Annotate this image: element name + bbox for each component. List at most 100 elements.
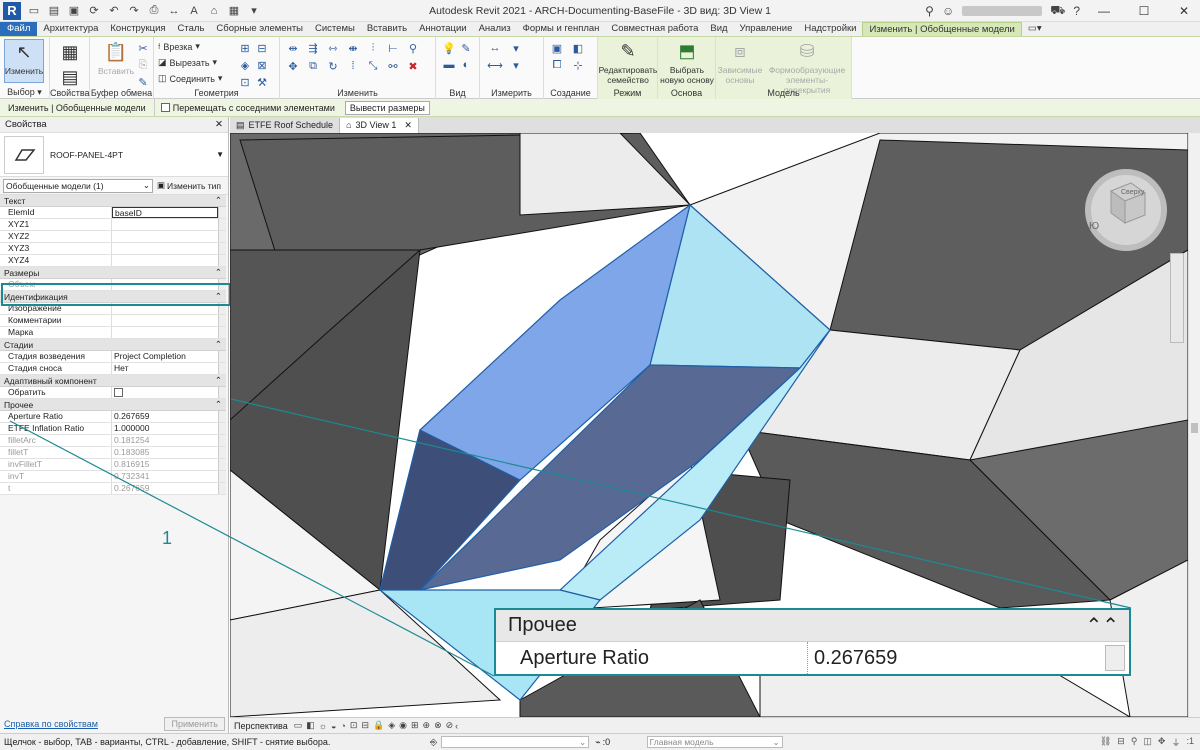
dropdown-icon[interactable]: ▼ <box>216 150 224 159</box>
property-section[interactable]: Стадии ⌃ <box>0 339 226 351</box>
property-row[interactable]: filletT 0.183085 <box>0 447 226 459</box>
row-edit-button[interactable] <box>218 327 226 338</box>
property-value[interactable] <box>112 219 218 230</box>
tab-3d-view-1[interactable]: ⌂ 3D View 1 ✕ <box>340 118 419 133</box>
measure-dropdown-icon[interactable]: ▾ <box>509 41 523 55</box>
create-parts-icon[interactable]: ◧ <box>571 41 585 55</box>
property-value[interactable] <box>112 231 218 242</box>
filter-icon[interactable]: ⏚ <box>1171 736 1180 749</box>
align-icon[interactable]: ⇹ <box>286 41 300 55</box>
tab-systems[interactable]: Системы <box>309 22 361 36</box>
delete-icon[interactable]: ✖ <box>406 59 420 73</box>
property-value[interactable]: 0.181254 <box>112 435 218 446</box>
tab-insert[interactable]: Вставить <box>361 22 413 36</box>
constraints-icon[interactable]: ⊘ <box>446 720 454 731</box>
customize-qat-icon[interactable]: ▾ <box>247 4 261 18</box>
hammer-icon[interactable]: ⚒ <box>255 75 269 89</box>
collapse-icon[interactable]: ⌃ <box>215 399 222 410</box>
user-icon[interactable]: ☺ <box>942 4 954 18</box>
create-assembly-icon[interactable]: ▣ <box>550 41 564 55</box>
move-icon[interactable]: ✥ <box>286 59 300 73</box>
edit-family-button[interactable]: ✎ Редактировать семейство <box>599 39 658 85</box>
tab-file[interactable]: Файл <box>0 22 38 36</box>
undo-icon[interactable]: ↶ <box>107 4 121 18</box>
instance-filter-select[interactable]: Обобщенные модели (1) ⌄ <box>3 178 153 193</box>
offset-icon[interactable]: ⇶ <box>306 41 320 55</box>
property-row[interactable]: t 0.267659 <box>0 483 226 495</box>
print-icon[interactable]: ⎙ <box>147 4 161 18</box>
row-edit-button[interactable] <box>218 255 226 266</box>
scale-icon[interactable]: ⤡ <box>366 59 380 73</box>
property-value[interactable]: 0.267659 <box>112 411 218 422</box>
properties-help-link[interactable]: Справка по свойствам <box>4 719 98 729</box>
row-edit-button[interactable] <box>218 471 226 482</box>
workset-icon[interactable]: ⎆ <box>430 737 437 748</box>
property-row[interactable]: invT 0.732341 <box>0 471 226 483</box>
property-row[interactable]: invFilletT 0.816915 <box>0 459 226 471</box>
join-button[interactable]: ◫ Соединить ▾ <box>158 73 222 84</box>
match-type-icon[interactable]: ✎ <box>136 75 150 89</box>
vertical-scrollbar[interactable] <box>1188 133 1200 717</box>
mirror-axis-icon[interactable]: ⇿ <box>326 41 340 55</box>
rotate-icon[interactable]: ↻ <box>326 59 340 73</box>
property-value[interactable]: Нет <box>112 363 218 374</box>
scrollbar-thumb[interactable] <box>1191 423 1198 433</box>
pick-new-host-button[interactable]: ⬒ Выбрать новую основу <box>660 39 714 85</box>
row-edit-button[interactable] <box>218 423 226 434</box>
property-row[interactable]: XYZ2 <box>0 231 226 243</box>
dimension-icon[interactable]: ⟷ <box>487 58 503 72</box>
property-value[interactable]: Project Completion <box>112 351 218 362</box>
property-value[interactable]: 0.732341 <box>112 471 218 482</box>
property-section[interactable]: Прочее ⌃ <box>0 399 226 411</box>
create-group-icon[interactable]: ⧠ <box>550 58 564 72</box>
type-selector[interactable]: ROOF-PANEL-4PT ▼ <box>0 133 228 177</box>
paste-button[interactable]: 📋 Вставить <box>98 40 134 76</box>
trim-icon[interactable]: ⊢ <box>386 41 400 55</box>
collapse-icon[interactable]: ⌃ <box>215 375 222 386</box>
property-row[interactable]: Стадия сноса Нет <box>0 363 226 375</box>
property-section[interactable]: Адаптивный компонент ⌃ <box>0 375 226 387</box>
collapse-icon[interactable]: ⌃ <box>215 267 222 278</box>
tab-etfe-roof-schedule[interactable]: ▤ ETFE Roof Schedule <box>230 118 341 133</box>
collapse-icon[interactable]: ⌃ <box>215 195 222 206</box>
move-with-nearby-checkbox[interactable]: Перемещать с соседними элементами <box>160 103 335 113</box>
open-folder-icon[interactable]: ▤ <box>47 4 61 18</box>
cut-icon[interactable]: ✂ <box>136 41 150 55</box>
dimension-dropdown-icon[interactable]: ▾ <box>509 58 523 72</box>
unpin-icon[interactable]: ⚯ <box>386 59 400 73</box>
crop-icon[interactable]: ⊡ <box>350 720 358 731</box>
property-row[interactable]: ElemId baseID <box>0 207 226 219</box>
property-row[interactable]: Стадия возведения Project Completion <box>0 351 226 363</box>
property-value[interactable]: 0.816915 <box>112 459 218 470</box>
row-edit-button[interactable] <box>218 411 226 422</box>
modify-button[interactable]: ↖ Изменить <box>4 39 44 83</box>
copy-element-icon[interactable]: ⧉ <box>306 59 320 73</box>
demolish-icon[interactable]: ⊠ <box>255 58 269 72</box>
tab-steel[interactable]: Сталь <box>172 22 211 36</box>
row-edit-button[interactable] <box>218 315 226 326</box>
row-edit-button[interactable] <box>218 231 226 242</box>
property-section[interactable]: Текст ⌃ <box>0 195 226 207</box>
apply-button[interactable]: Применить <box>164 717 225 731</box>
property-row[interactable]: Комментарии <box>0 315 226 327</box>
property-value[interactable]: 0.183085 <box>112 447 218 458</box>
lock-view-icon[interactable]: 🔒 <box>373 720 384 731</box>
highlight-displacement-icon[interactable]: ⊗ <box>434 720 442 731</box>
design-option-select[interactable]: Главная модель ⌄ <box>646 736 783 748</box>
similar-icon[interactable]: ⊹ <box>571 58 585 72</box>
workset-select[interactable]: ⌄ <box>441 736 590 748</box>
row-edit-button[interactable] <box>218 207 226 218</box>
cut-geometry-button[interactable]: ◪ Вырезать ▾ <box>158 57 217 68</box>
tab-collaborate[interactable]: Совместная работа <box>605 22 704 36</box>
row-edit-button[interactable] <box>218 435 226 446</box>
close-button[interactable]: ✕ <box>1168 0 1200 22</box>
help-icon[interactable]: ? <box>1073 4 1080 18</box>
property-row[interactable]: XYZ3 <box>0 243 226 255</box>
tab-massing[interactable]: Формы и генплан <box>517 22 606 36</box>
property-row[interactable]: ETFE Inflation Ratio 1.000000 <box>0 423 226 435</box>
tab-annotate[interactable]: Аннотации <box>413 22 473 36</box>
detail-level-icon[interactable]: ▭ <box>294 720 303 731</box>
split-face-icon[interactable]: ⊟ <box>255 41 269 55</box>
beam-join-icon[interactable]: ⊡ <box>238 75 252 89</box>
form-elements-button[interactable]: ⛁ Формообразующие элементы-перекрытия <box>764 39 850 95</box>
